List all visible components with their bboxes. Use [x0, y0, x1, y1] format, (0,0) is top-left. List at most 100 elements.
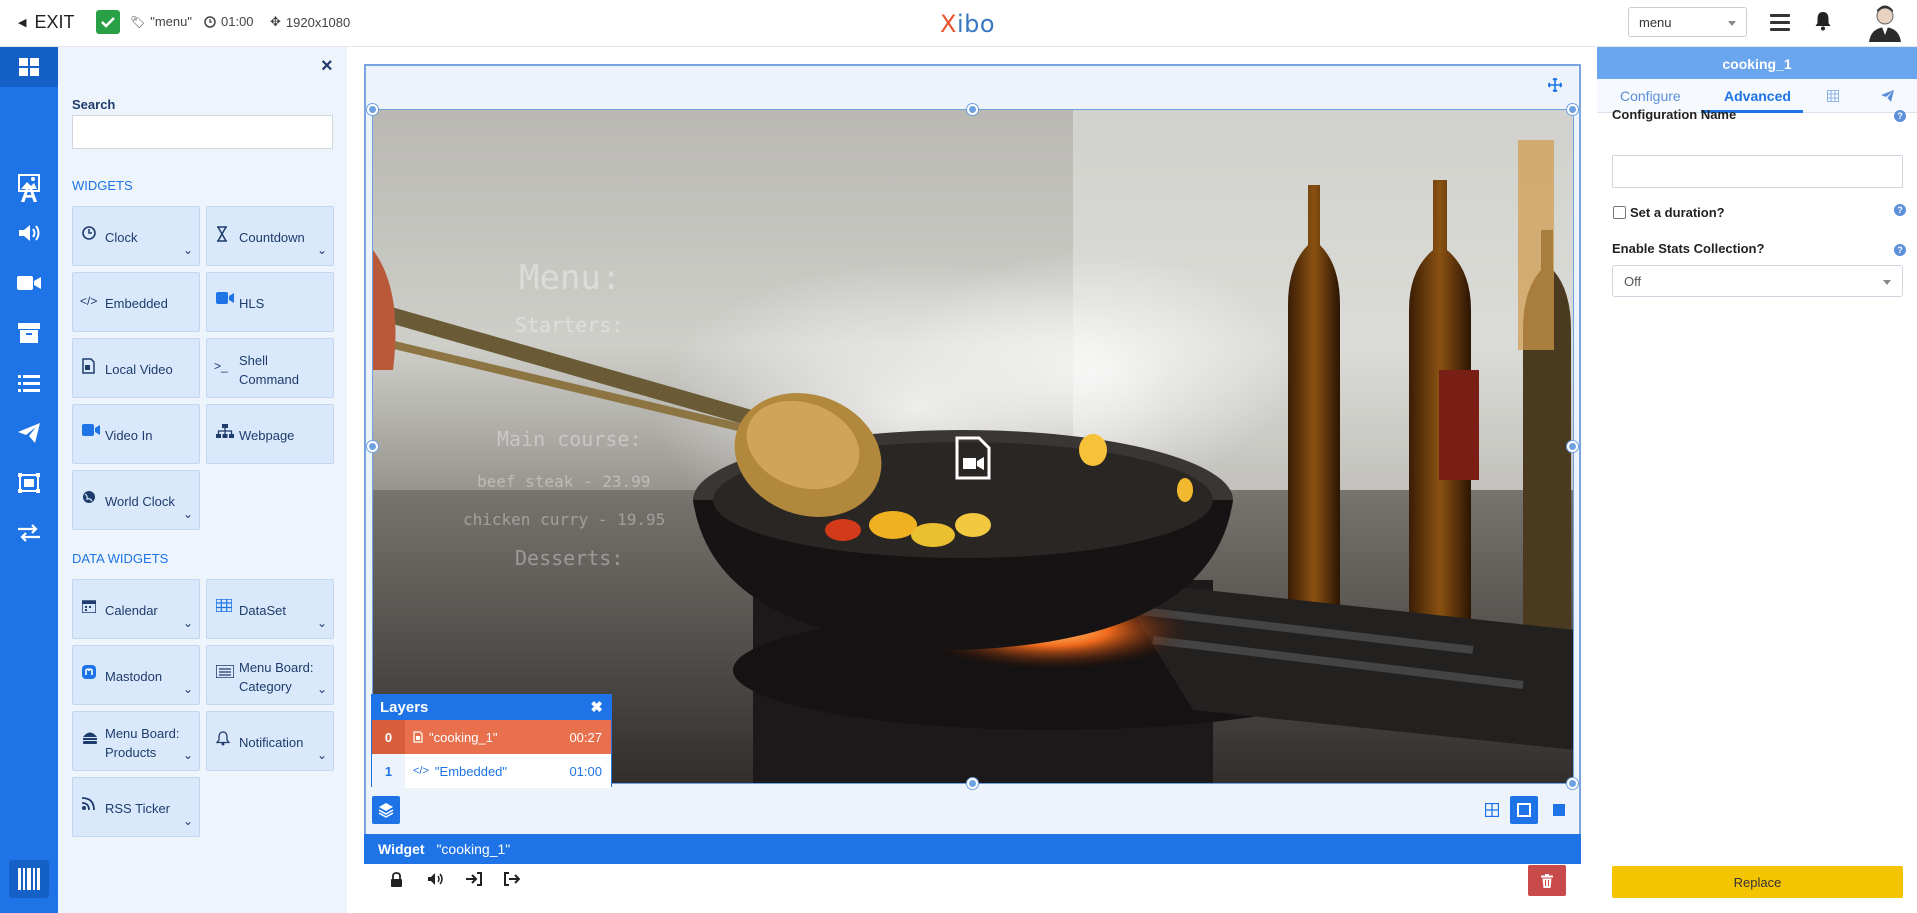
- widget-card-clock[interactable]: Clock ⌄: [72, 206, 200, 266]
- resize-handle-top[interactable]: [967, 104, 978, 115]
- transition-out-icon[interactable]: [504, 872, 520, 886]
- widget-card-video-in[interactable]: Video In: [72, 404, 200, 464]
- resize-handle-bottom[interactable]: [967, 778, 978, 789]
- help-icon[interactable]: ?: [1894, 244, 1906, 256]
- resize-handle-bottom-right[interactable]: [1567, 778, 1578, 789]
- widget-card-notification[interactable]: Notification ⌄: [206, 711, 334, 771]
- cooking-image-preview[interactable]: Menu: Starters: Main course: beef steak …: [372, 109, 1574, 784]
- caret-left-icon: ◀: [18, 17, 27, 29]
- chevron-down-icon: ⌄: [316, 748, 327, 762]
- fill-view-button[interactable]: [1545, 796, 1573, 824]
- widget-card-world-clock[interactable]: World Clock ⌄: [72, 470, 200, 530]
- menu-overlay-line: Main course:: [497, 427, 642, 451]
- sidebar-list-icon[interactable]: [0, 363, 58, 403]
- sidebar-image-icon[interactable]: [0, 163, 58, 203]
- help-icon[interactable]: ?: [1894, 110, 1906, 122]
- widget-card-hls[interactable]: HLS: [206, 272, 334, 332]
- toggle-layers-button[interactable]: [372, 796, 400, 824]
- enable-stats-value: Off: [1624, 274, 1642, 289]
- burger-icon: [83, 732, 97, 744]
- table-icon: [216, 599, 232, 612]
- grid-icon: [1485, 803, 1499, 817]
- widget-card-calendar[interactable]: Calendar ⌄: [72, 579, 200, 639]
- layout-select[interactable]: menu: [1628, 7, 1747, 37]
- delete-widget-button[interactable]: [1528, 865, 1566, 896]
- clock-icon: [204, 15, 216, 28]
- sidebar-video-icon[interactable]: [0, 263, 58, 303]
- logo-rest: ibo: [956, 10, 996, 38]
- resize-handle-top-right[interactable]: [1567, 104, 1578, 115]
- sidebar-swap-icon[interactable]: [0, 513, 58, 553]
- tab-actions-send-icon[interactable]: [1881, 90, 1894, 102]
- bell-icon: [216, 731, 230, 746]
- sidebar-archive-icon[interactable]: [0, 313, 58, 353]
- resize-handle-left[interactable]: [367, 441, 378, 452]
- code-icon: </>: [413, 765, 429, 777]
- widget-card-shell-command[interactable]: >_ Shell Command: [206, 338, 334, 398]
- audio-icon[interactable]: [427, 872, 444, 886]
- widgets-section-title: WIDGETS: [72, 178, 133, 193]
- search-input[interactable]: [72, 115, 333, 149]
- xibo-logo: Xibo: [940, 10, 995, 38]
- exit-button[interactable]: ◀ EXIT: [18, 12, 74, 33]
- sidebar-region-icon[interactable]: [0, 463, 58, 503]
- bell-icon[interactable]: [1814, 11, 1832, 31]
- mastodon-icon: [82, 665, 96, 679]
- widget-card-label: Calendar: [105, 603, 158, 618]
- close-layers-icon[interactable]: ✖: [590, 698, 603, 716]
- move-region-icon[interactable]: [1546, 76, 1564, 97]
- close-toolbox-icon[interactable]: ×: [321, 55, 333, 78]
- tab-positioning-grid-icon[interactable]: [1827, 90, 1839, 102]
- transition-in-icon[interactable]: [466, 872, 482, 886]
- globe-icon: [83, 491, 95, 503]
- sidebar-audio-icon[interactable]: [0, 213, 58, 253]
- calendar-icon: [82, 600, 96, 613]
- clock-icon: [82, 226, 96, 240]
- frame-view-button[interactable]: [1510, 796, 1538, 824]
- widget-card-menu-board-category[interactable]: Menu Board: Category ⌄: [206, 645, 334, 705]
- chevron-down-icon: ⌄: [182, 507, 193, 521]
- hamburger-menu-icon[interactable]: [1770, 14, 1790, 35]
- square-outline-icon: [1517, 803, 1531, 817]
- enable-stats-select[interactable]: Off: [1612, 265, 1903, 297]
- set-duration-label: Set a duration?: [1630, 205, 1725, 220]
- widget-card-rss-ticker[interactable]: RSS Ticker ⌄: [72, 777, 200, 837]
- trash-icon: [1541, 873, 1553, 888]
- resize-handle-right[interactable]: [1567, 441, 1578, 452]
- layer-row[interactable]: 0 "cooking_1" 00:27: [372, 720, 611, 754]
- widget-card-countdown[interactable]: Countdown ⌄: [206, 206, 334, 266]
- widget-card-label: Clock: [105, 230, 138, 245]
- replace-button[interactable]: Replace: [1612, 866, 1903, 898]
- widget-card-menu-board-products[interactable]: Menu Board: Products ⌄: [72, 711, 200, 771]
- tab-advanced[interactable]: Advanced: [1724, 88, 1791, 104]
- widget-card-mastodon[interactable]: Mastodon ⌄: [72, 645, 200, 705]
- widget-card-webpage[interactable]: Webpage: [206, 404, 334, 464]
- user-avatar[interactable]: [1866, 2, 1904, 42]
- set-duration-checkbox[interactable]: [1613, 206, 1626, 219]
- sidebar-barcode-icon[interactable]: [9, 860, 49, 898]
- widget-card-local-video[interactable]: Local Video: [72, 338, 200, 398]
- tag-icon: 🏷: [130, 14, 146, 29]
- file-video-icon: [413, 731, 423, 743]
- sidebar-widgets-icon[interactable]: [0, 47, 58, 87]
- help-icon[interactable]: ?: [1894, 204, 1906, 216]
- grid-view-button[interactable]: [1478, 796, 1506, 824]
- sidebar-send-icon[interactable]: [0, 413, 58, 453]
- exit-label: EXIT: [34, 12, 75, 32]
- widget-card-dataset[interactable]: DataSet ⌄: [206, 579, 334, 639]
- lock-icon[interactable]: [390, 872, 403, 888]
- publish-status-icon[interactable]: [96, 10, 120, 34]
- tab-configure[interactable]: Configure: [1620, 88, 1681, 104]
- layer-row[interactable]: 1 </> "Embedded" 01:00: [372, 754, 611, 788]
- widget-card-label: Local Video: [105, 362, 173, 377]
- configuration-name-input[interactable]: [1612, 155, 1903, 188]
- widget-card-label: Embedded: [105, 296, 168, 311]
- resize-handle-top-left[interactable]: [367, 104, 378, 115]
- layers-icon: [378, 803, 394, 818]
- enable-stats-label: Enable Stats Collection?: [1612, 241, 1765, 256]
- widget-card-embedded[interactable]: </> Embedded: [72, 272, 200, 332]
- list-board-icon: [216, 665, 234, 678]
- widget-card-label: DataSet: [239, 603, 286, 618]
- layer-duration: 01:00: [569, 763, 602, 779]
- menu-overlay-line: Desserts:: [515, 546, 624, 570]
